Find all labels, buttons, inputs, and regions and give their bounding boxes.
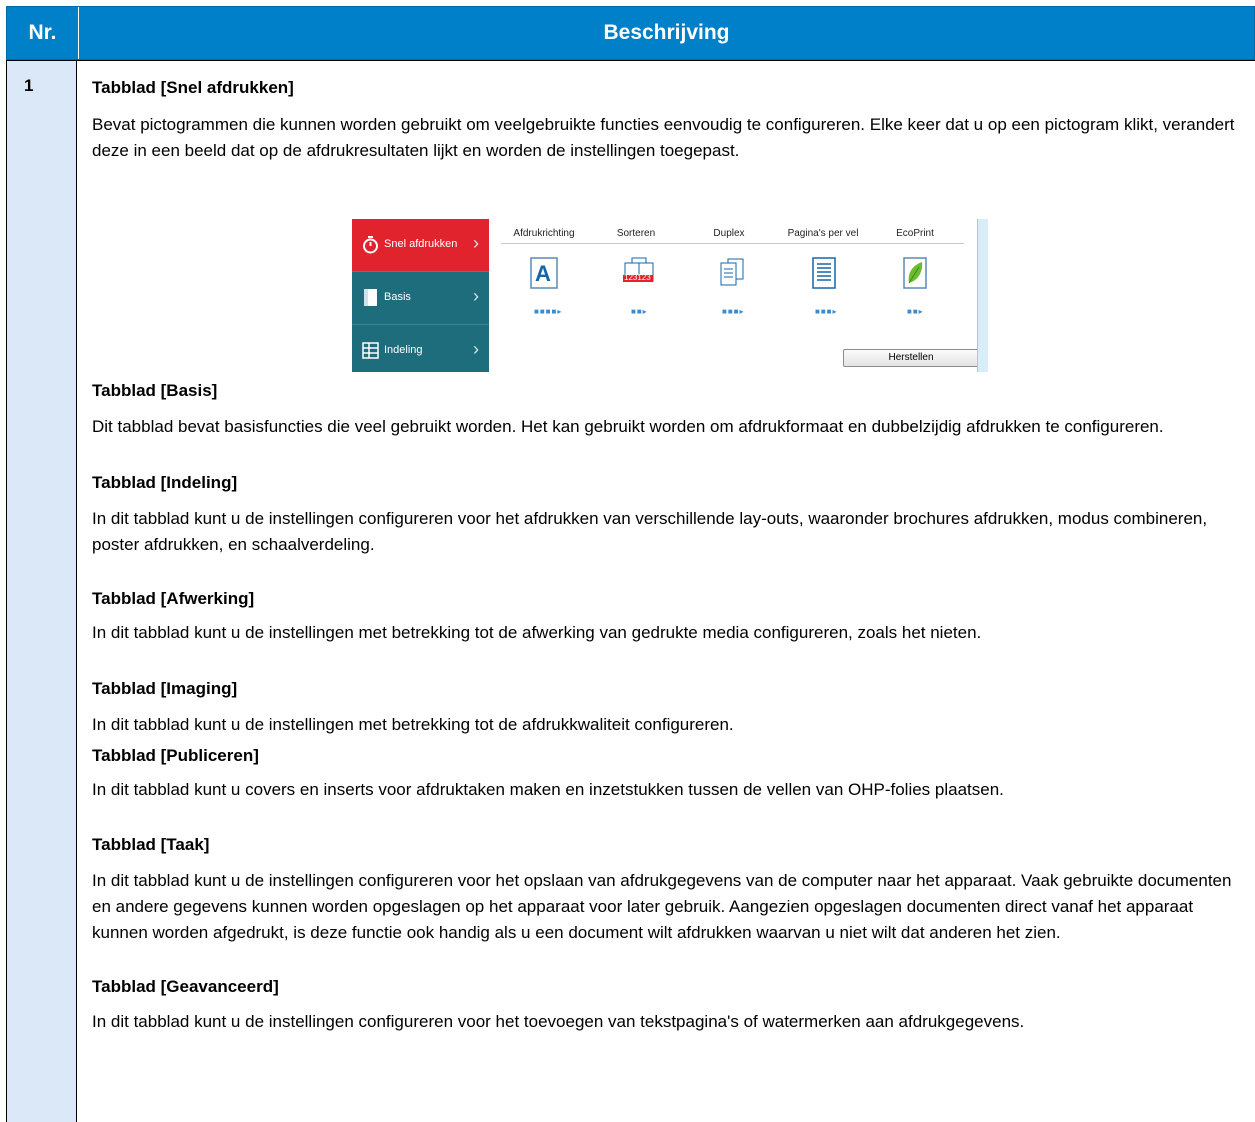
sidebar-tab-label: Basis (384, 291, 411, 303)
description-cell: Tabblad [Snel afdrukken] Bevat pictogram… (77, 60, 1255, 1122)
leaf-icon[interactable] (901, 257, 929, 289)
header-description: Beschrijving (603, 21, 730, 44)
description-table: Nr. Beschrijving 1 Tabblad [Snel afdrukk… (6, 6, 1255, 1122)
section-text-imaging: In dit tabblad kunt u de instellingen me… (92, 715, 734, 734)
row-number-cell: 1 (6, 60, 77, 1122)
section-text-taak: In dit tabblad kunt u de instellingen co… (92, 871, 1232, 942)
sidebar-tab-snel-afdrukken[interactable]: Snel afdrukken › (352, 219, 489, 271)
section-title-indeling: Tabblad [Indeling] (92, 473, 238, 492)
column-paginas-per-vel: Pagina's per vel (787, 228, 859, 239)
section-text-snel-afdrukken: Bevat pictogrammen die kunnen worden geb… (92, 115, 1235, 160)
section-text-publiceren: In dit tabblad kunt u covers en inserts … (92, 780, 1004, 799)
table-header: Nr. Beschrijving (6, 6, 1255, 60)
option-dots-icon: ■■▸ (907, 307, 924, 316)
chevron-right-icon: › (473, 339, 479, 359)
sidebar-tab-indeling[interactable]: Indeling › (352, 324, 489, 372)
section-title-taak: Tabblad [Taak] (92, 835, 210, 854)
row-number: 1 (24, 76, 34, 95)
section-text-indeling: In dit tabblad kunt u de instellingen co… (92, 509, 1208, 554)
reset-button[interactable]: Herstellen (843, 349, 979, 367)
option-dots-icon: ■■■▸ (815, 307, 838, 316)
print-driver-screenshot: Snel afdrukken › Basis › Indeling › Afdr… (352, 219, 988, 372)
orientation-glyph: A (535, 261, 551, 286)
section-text-basis: Dit tabblad bevat basisfuncties die veel… (92, 417, 1164, 436)
sidebar-tab-basis[interactable]: Basis › (352, 271, 489, 324)
column-afdrukrichting: Afdrukrichting (513, 228, 575, 239)
section-text-afwerking: In dit tabblad kunt u de instellingen me… (92, 623, 982, 642)
duplex-icon[interactable] (718, 257, 746, 289)
column-duplex: Duplex (713, 228, 745, 239)
chevron-right-icon: › (473, 233, 479, 253)
chevron-right-icon: › (473, 286, 479, 306)
sidebar-tab-label: Indeling (384, 344, 423, 356)
window-edge (977, 219, 988, 372)
sidebar-tab-label: Snel afdrukken (384, 238, 458, 250)
collate-icon[interactable]: 123123 (622, 257, 656, 289)
option-dots-icon: ■■■■▸ (534, 307, 563, 316)
layout-icon (362, 342, 379, 359)
driver-sidebar: Snel afdrukken › Basis › Indeling › (352, 219, 489, 372)
section-title-afwerking: Tabblad [Afwerking] (92, 589, 255, 608)
option-dots-icon: ■■■▸ (722, 307, 745, 316)
pages-per-sheet-icon[interactable] (810, 257, 838, 289)
section-title-publiceren: Tabblad [Publiceren] (92, 746, 259, 765)
stopwatch-icon (363, 236, 378, 254)
quick-print-panel: Afdrukrichting Sorteren Duplex Pagina's … (489, 219, 979, 372)
section-title-imaging: Tabblad [Imaging] (92, 679, 238, 698)
orientation-icon[interactable]: A (530, 257, 558, 289)
collate-numbers: 123123 (624, 273, 651, 282)
column-sorteren: Sorteren (616, 228, 656, 239)
section-title-basis: Tabblad [Basis] (92, 381, 218, 400)
header-nr: Nr. (7, 7, 79, 59)
section-title-geavanceerd: Tabblad [Geavanceerd] (92, 977, 279, 996)
section-title-snel-afdrukken: Tabblad [Snel afdrukken] (92, 78, 294, 97)
section-text-geavanceerd: In dit tabblad kunt u de instellingen co… (92, 1012, 1025, 1031)
column-divider (501, 243, 964, 244)
page-icon (364, 289, 377, 306)
option-dots-icon: ■■▸ (631, 307, 648, 316)
column-ecoprint: EcoPrint (896, 228, 934, 239)
